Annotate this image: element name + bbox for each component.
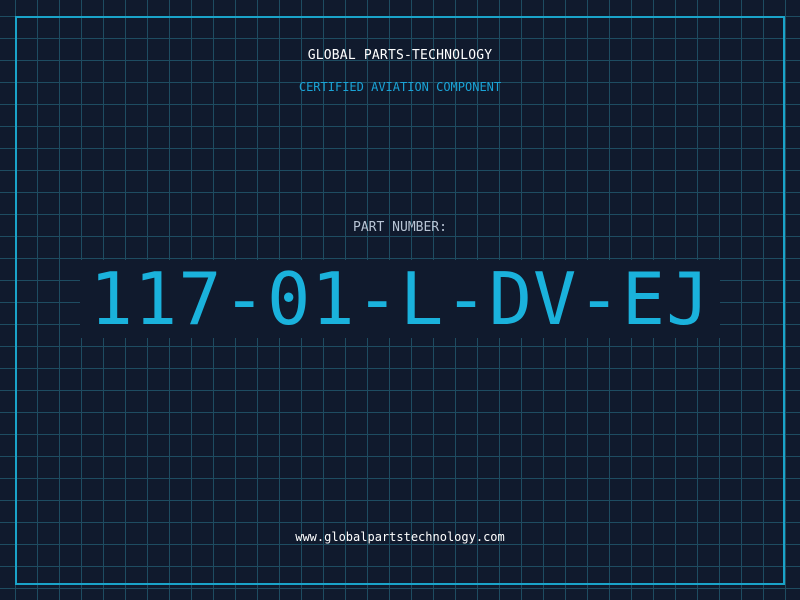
website-url: www.globalpartstechnology.com: [295, 530, 505, 544]
certification-subtitle: CERTIFIED AVIATION COMPONENT: [298, 80, 502, 94]
company-name: GLOBAL PARTS-TECHNOLOGY: [307, 48, 493, 63]
part-number-label: PART NUMBER:: [353, 220, 447, 235]
part-number-value: 117-01-L-DV-EJ: [89, 257, 711, 341]
label-card: GLOBAL PARTS-TECHNOLOGY CERTIFIED AVIATI…: [0, 0, 800, 600]
